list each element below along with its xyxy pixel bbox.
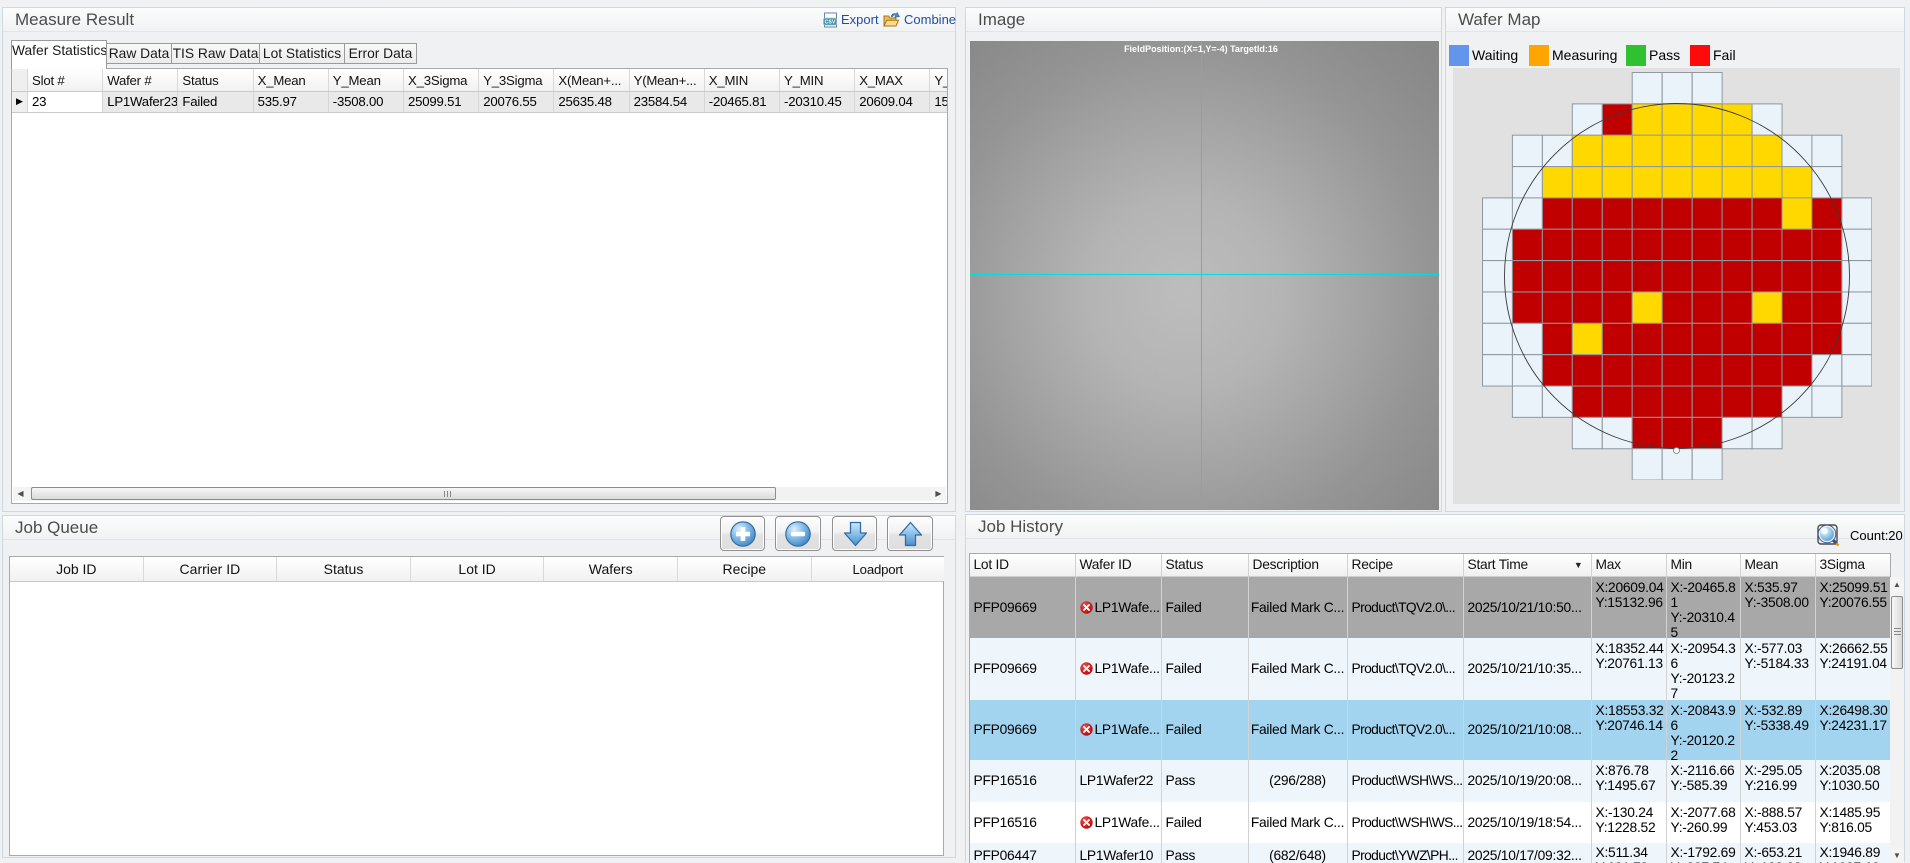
- svg-text:CSV: CSV: [825, 20, 836, 26]
